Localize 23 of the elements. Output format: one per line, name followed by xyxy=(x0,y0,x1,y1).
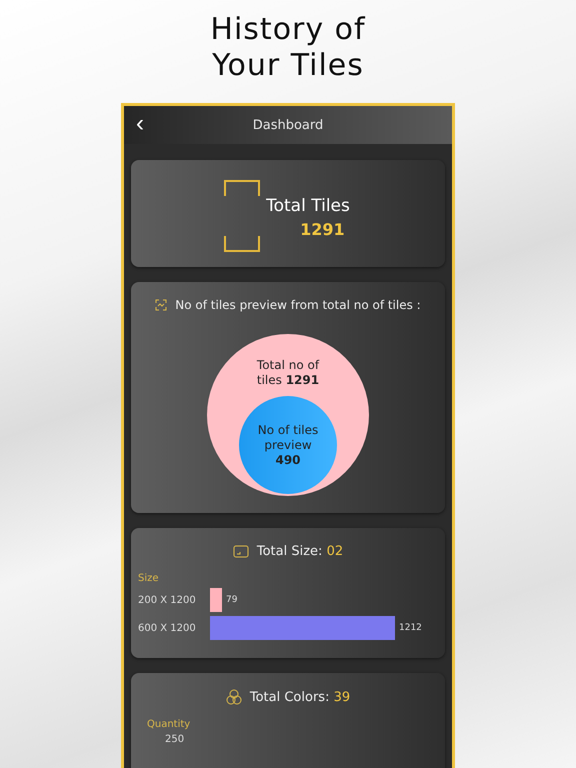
preview-title: No of tiles preview from total no of tiles : xyxy=(175,298,421,312)
colors-title: Total Colors: 39 xyxy=(250,690,350,704)
bar xyxy=(210,588,222,612)
headline: History of xyxy=(210,12,366,48)
screen-title: Dashboard xyxy=(252,118,324,132)
tick-label: 250 xyxy=(165,734,184,745)
size-title: Total Size: 02 xyxy=(256,544,344,559)
total-tiles-label: Total Tiles xyxy=(266,196,350,216)
preview-circle-label: No of tiles preview 490 xyxy=(256,422,320,468)
category-label: 600 X 1200 xyxy=(138,622,197,634)
value-label: 1212 xyxy=(399,623,422,633)
tile-icon xyxy=(224,180,260,252)
value-label: 79 xyxy=(226,595,238,605)
back-button[interactable]: ‹ xyxy=(132,112,148,136)
category-label: 200 X 1200 xyxy=(138,594,197,606)
axis-label: Size xyxy=(138,573,160,584)
headline: Your Tiles xyxy=(211,48,365,84)
total-circle-label: Total no of tiles 1291 xyxy=(256,358,320,388)
circles-icon xyxy=(226,689,242,705)
image-frame-icon xyxy=(232,545,249,558)
scan-icon xyxy=(155,299,168,311)
total-tiles-value: 1291 xyxy=(300,220,345,239)
axis-label: Quantity xyxy=(147,719,190,730)
